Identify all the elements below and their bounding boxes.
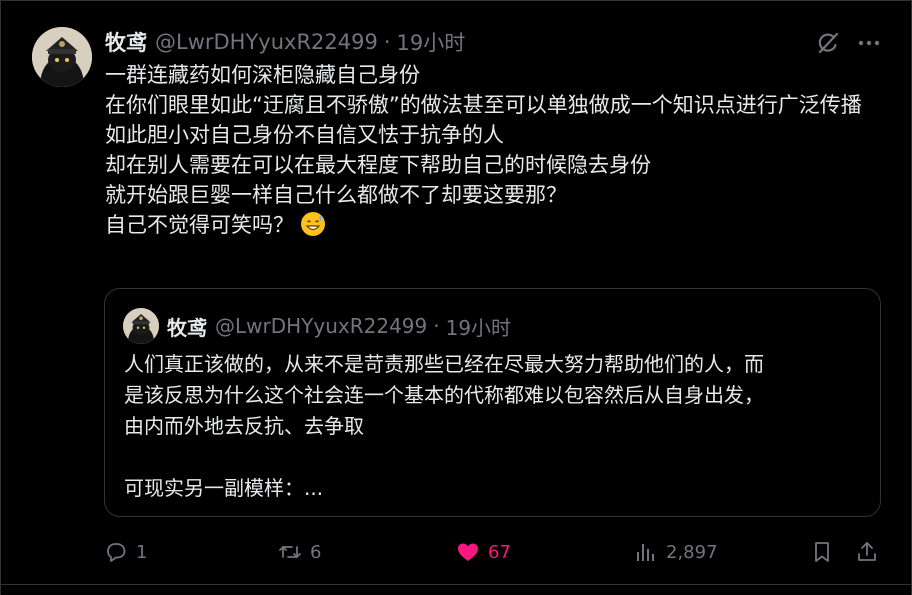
tweet-line: 一群连藏药如何深柜隐藏自己身份: [105, 63, 420, 87]
retweet-count: 6: [310, 541, 322, 563]
views-icon: [637, 544, 654, 561]
tweet-line: 在你们眼里如此“迂腐且不骄傲”的做法甚至可以单独做成一个知识点进行广泛传播: [105, 93, 862, 117]
tweet-line: 就开始跟巨婴一样自己什么都做不了却要这要那？: [105, 183, 567, 207]
quoted-author-handle: @LwrDHYyuxR22499: [215, 314, 428, 338]
reply-icon: [107, 543, 126, 562]
share-button[interactable]: [855, 536, 879, 568]
like-count: 67: [488, 541, 511, 563]
tweet-line: 自己不觉得可笑吗？: [105, 213, 294, 237]
more-icon[interactable]: [856, 30, 882, 56]
views-button[interactable]: 2,897: [634, 536, 718, 568]
divider: [1, 0, 911, 1]
retweet-button[interactable]: 6: [278, 536, 321, 568]
quoted-line: 是该反思为什么这个社会连一个基本的代称都难以包容然后从自身出发，: [124, 383, 764, 407]
tweet: 牧鸢 @LwrDHYyuxR22499 · 19小时 一群连藏药如何深柜隐藏自己…: [0, 0, 912, 595]
quoted-timestamp: 19小时: [445, 315, 512, 340]
reply-count: 1: [136, 541, 148, 563]
tweet-line: 却在别人需要在可以在最大程度下帮助自己的时候隐去身份: [105, 153, 651, 177]
timestamp[interactable]: 19小时: [397, 27, 466, 57]
share-icon: [858, 542, 876, 561]
heart-icon: [458, 543, 478, 561]
quoted-header: 牧鸢 @LwrDHYyuxR22499 · 19小时: [167, 310, 511, 342]
avatar[interactable]: [32, 27, 92, 87]
view-count: 2,897: [666, 541, 718, 563]
quoted-line: 人们真正该做的，从来不是苛责那些已经在尽最大努力帮助他们的人，而: [124, 352, 764, 376]
bookmark-icon: [815, 542, 829, 562]
tweet-line: 如此胆小对自己身份不自信又怯于抗争的人: [105, 123, 504, 147]
separator: ·: [433, 314, 440, 338]
grok-icon[interactable]: [815, 30, 841, 56]
quoted-text: 人们真正该做的，从来不是苛责那些已经在尽最大努力帮助他们的人，而 是该反思为什么…: [124, 349, 864, 504]
separator: ·: [383, 30, 391, 54]
tweet-line-last: 自己不觉得可笑吗？: [105, 210, 885, 240]
tweet-text: 一群连藏药如何深柜隐藏自己身份 在你们眼里如此“迂腐且不骄傲”的做法甚至可以单独…: [105, 60, 885, 240]
author-name[interactable]: 牧鸢: [105, 27, 147, 57]
grinning-face-with-sweat-emoji: [300, 211, 326, 237]
retweet-icon: [279, 546, 301, 558]
quoted-author-name: 牧鸢: [167, 315, 207, 340]
quoted-line: 由内而外地去反抗、去争取: [124, 414, 364, 438]
action-bar: 1 6 67 2,897: [104, 536, 884, 568]
author-handle[interactable]: @LwrDHYyuxR22499: [155, 30, 378, 54]
reply-button[interactable]: 1: [104, 536, 147, 568]
tweet-header: 牧鸢 @LwrDHYyuxR22499 · 19小时: [105, 27, 465, 57]
bookmark-button[interactable]: [810, 536, 834, 568]
quoted-avatar: [123, 308, 159, 344]
like-button[interactable]: 67: [456, 536, 511, 568]
quoted-tweet[interactable]: 牧鸢 @LwrDHYyuxR22499 · 19小时 人们真正该做的，从来不是苛…: [104, 288, 881, 517]
divider: [1, 584, 911, 585]
quoted-line: 可现实另一副模样：...: [124, 476, 324, 500]
